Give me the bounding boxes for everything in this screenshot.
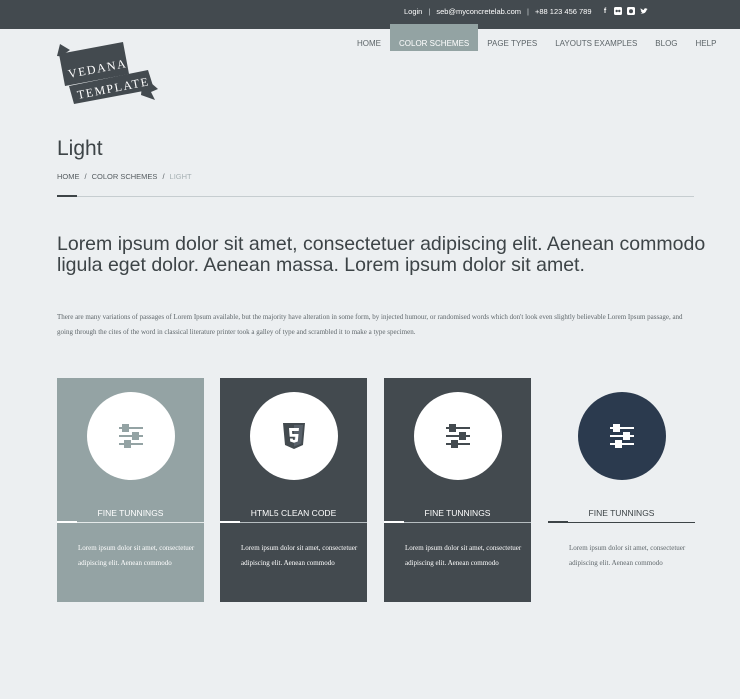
card-divider-accent (220, 521, 240, 523)
sliders-icon (446, 424, 470, 448)
icon-circle (250, 392, 338, 480)
login-link[interactable]: Login (404, 7, 422, 16)
sliders-icon (610, 424, 634, 448)
card-divider (220, 522, 367, 523)
nav-item-page-types[interactable]: PAGE TYPES (478, 24, 546, 51)
nav-item-layouts-examples[interactable]: LAYOUTS EXAMPLES (546, 24, 646, 51)
feature-card: FINE TUNNINGS Lorem ipsum dolor sit amet… (384, 378, 531, 602)
feature-card: FINE TUNNINGS Lorem ipsum dolor sit amet… (57, 378, 204, 602)
breadcrumb-home[interactable]: HOME (57, 172, 80, 181)
card-text: Lorem ipsum dolor sit amet, consectetuer… (405, 544, 522, 567)
separator: | (428, 7, 431, 16)
breadcrumb-separator: / (84, 172, 87, 181)
phone-number: +88 123 456 789 (535, 7, 592, 16)
contact-info: Login | seb@myconcretelab.com | +88 123 … (404, 7, 592, 16)
facebook-icon[interactable]: f (601, 7, 609, 15)
main-nav: HOME COLOR SCHEMES PAGE TYPES LAYOUTS EX… (348, 24, 725, 51)
sliders-icon (119, 424, 143, 448)
card-title: FINE TUNNINGS (424, 508, 491, 518)
breadcrumb-separator: / (162, 172, 165, 181)
icon-group (446, 424, 470, 448)
site-logo[interactable]: VEDANA TEMPLATE (55, 42, 161, 104)
icon-group (119, 424, 143, 448)
breadcrumb: HOME / COLOR SCHEMES / LIGHT (57, 172, 192, 181)
github-icon[interactable] (627, 7, 635, 15)
twitter-icon[interactable] (640, 7, 648, 15)
html5-icon (283, 423, 305, 449)
card-text: Lorem ipsum dolor sit amet, consectetuer… (569, 544, 686, 567)
card-divider (548, 522, 695, 523)
separator: | (527, 7, 529, 16)
icon-circle (414, 392, 502, 480)
nav-item-blog[interactable]: BLOG (646, 24, 686, 51)
lead-heading: Lorem ipsum dolor sit amet, consectetuer… (57, 233, 706, 276)
breadcrumb-current: LIGHT (169, 172, 192, 181)
nav-item-color-schemes[interactable]: COLOR SCHEMES (390, 24, 479, 51)
icon-circle (578, 392, 666, 480)
email-link[interactable]: seb@myconcretelab.com (436, 7, 521, 16)
card-divider (384, 522, 531, 523)
card-title: HTML5 CLEAN CODE (250, 508, 337, 518)
flickr-icon[interactable] (614, 7, 622, 15)
card-divider-accent (548, 521, 568, 523)
card-divider (57, 522, 204, 523)
card-title: FINE TUNNINGS (97, 508, 164, 518)
breadcrumb-color-schemes[interactable]: COLOR SCHEMES (92, 172, 158, 181)
intro-paragraph: There are many variations of passages of… (57, 313, 683, 336)
card-text: Lorem ipsum dolor sit amet, consectetuer… (78, 544, 195, 567)
nav-item-home[interactable]: HOME (348, 24, 390, 51)
social-links: f (601, 7, 648, 15)
icon-group (610, 424, 634, 448)
feature-card: FINE TUNNINGS Lorem ipsum dolor sit amet… (548, 378, 695, 602)
page-title: Light (57, 137, 103, 160)
header-divider-accent (57, 195, 77, 197)
card-title: FINE TUNNINGS (588, 508, 655, 518)
card-text: Lorem ipsum dolor sit amet, consectetuer… (241, 544, 358, 567)
card-divider-accent (384, 521, 404, 523)
header-divider (57, 196, 694, 197)
nav-item-help[interactable]: HELP (687, 24, 726, 51)
icon-circle (87, 392, 175, 480)
card-divider-accent (57, 521, 77, 523)
feature-card: HTML5 CLEAN CODE Lorem ipsum dolor sit a… (220, 378, 367, 602)
